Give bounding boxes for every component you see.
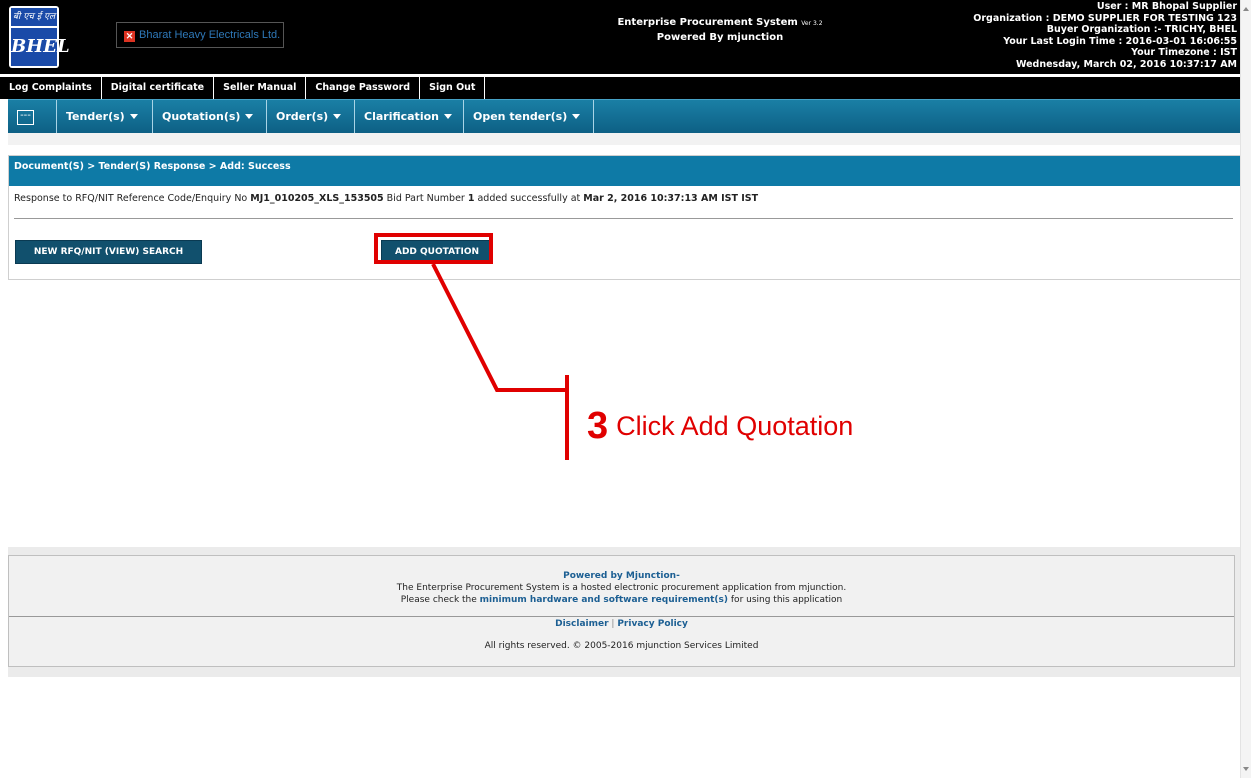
broken-image-alt: Bharat Heavy Electricals Ltd. [139, 29, 281, 41]
chevron-down-icon [245, 114, 254, 119]
footer-separator: | [611, 619, 615, 629]
buyer-organization: Buyer Organization :- TRICHY, BHEL [1046, 24, 1237, 35]
link-seller-manual[interactable]: Seller Manual [214, 77, 307, 99]
user-info-block: User : MR Bhopal Supplier Organization :… [973, 1, 1237, 70]
annotation-highlight-box [374, 233, 493, 264]
system-title: Enterprise Procurement System [617, 17, 798, 28]
nav-clarification[interactable]: Clarification [354, 100, 468, 134]
nav-open-tenders-label: Open tender(s) [473, 110, 568, 123]
footer-powered-by: Powered by Mjunction- [563, 571, 680, 581]
enquiry-number: MJ1_010205_XLS_153505 [250, 193, 384, 204]
link-log-complaints[interactable]: Log Complaints [0, 77, 102, 99]
chevron-down-icon [572, 114, 581, 119]
scroll-up-arrow-icon[interactable] [1243, 7, 1249, 11]
chevron-down-icon [129, 114, 138, 119]
header-bar: बी एच ई एल BHEL ✕ Bharat Heavy Electrical… [0, 0, 1241, 74]
chevron-down-icon [333, 114, 342, 119]
footer-links: Disclaimer | Privacy Policy [9, 619, 1234, 629]
broken-image-placeholder: ✕ Bharat Heavy Electricals Ltd. [116, 22, 284, 48]
scroll-down-arrow-icon[interactable] [1243, 767, 1249, 771]
message-prefix: Response to RFQ/NIT Reference Code/Enqui… [14, 193, 251, 204]
nav-open-tenders[interactable]: Open tender(s) [463, 100, 594, 134]
last-login-time: Your Last Login Time : 2016-03-01 16:06:… [1003, 35, 1237, 47]
annotation-step-number: 3 [587, 405, 609, 447]
footer-requirements-line: Please check the minimum hardware and so… [9, 595, 1234, 605]
nav-orders[interactable]: Order(s) [266, 100, 358, 134]
success-message: Response to RFQ/NIT Reference Code/Enqui… [14, 193, 758, 204]
timezone: Your Timezone : IST [1131, 47, 1237, 58]
link-digital-certificate[interactable]: Digital certificate [102, 77, 215, 99]
chevron-down-icon [443, 114, 452, 119]
vertical-scrollbar[interactable] [1240, 0, 1251, 778]
disclaimer-link[interactable]: Disclaimer [555, 619, 608, 629]
nav-tenders[interactable]: Tender(s) [56, 100, 152, 134]
success-timestamp: Mar 2, 2016 10:37:13 AM IST IST [583, 193, 759, 204]
footer: Powered by Mjunction- The Enterprise Pro… [8, 555, 1235, 667]
message-mid: Bid Part Number [383, 193, 468, 204]
footer-description: The Enterprise Procurement System is a h… [396, 583, 847, 593]
bhel-logo: बी एच ई एल BHEL [9, 6, 70, 68]
powered-by-label: Powered By mjunction [656, 32, 784, 43]
organization: Organization : DEMO SUPPLIER FOR TESTING… [973, 12, 1237, 24]
link-change-password[interactable]: Change Password [306, 77, 421, 99]
message-suffix: added successfully at [474, 193, 584, 204]
top-links-bar: Log Complaints Digital certificate Selle… [0, 77, 1241, 99]
current-datetime: Wednesday, March 02, 2016 10:37:17 AM [1015, 58, 1237, 70]
new-rfq-search-button[interactable]: NEW RFQ/NIT (VIEW) SEARCH [15, 240, 202, 264]
nav-quotations[interactable]: Quotation(s) [152, 100, 269, 134]
breadcrumb: Document(S) > Tender(S) Response > Add: … [9, 156, 1240, 186]
link-sign-out[interactable]: Sign Out [420, 77, 486, 99]
logo-hindi-text: बी एच ई एल [11, 8, 57, 26]
nav-quotations-label: Quotation(s) [162, 110, 241, 123]
broken-image-icon: ✕ [124, 31, 135, 42]
footer-divider [9, 616, 1234, 617]
logo-text: BHEL [11, 28, 70, 66]
collapse-menu-button[interactable]: --- [17, 110, 34, 125]
divider [14, 218, 1233, 219]
footer-req-suffix: for using this application [728, 595, 843, 605]
copyright: All rights reserved. © 2005-2016 mjuncti… [484, 641, 759, 651]
main-nav: --- Tender(s) Quotation(s) Order(s) Clar… [8, 99, 1241, 134]
nav-orders-label: Order(s) [276, 110, 329, 123]
page: बी एच ई एल BHEL ✕ Bharat Heavy Electrical… [0, 0, 1241, 778]
privacy-policy-link[interactable]: Privacy Policy [617, 619, 688, 629]
annotation-label: Click Add Quotation [616, 411, 854, 441]
requirements-link[interactable]: minimum hardware and software requiremen… [480, 595, 728, 605]
content-panel: Document(S) > Tender(S) Response > Add: … [8, 155, 1241, 280]
system-title-block: Enterprise Procurement System Ver 3.2 Po… [590, 16, 850, 45]
nav-tenders-label: Tender(s) [66, 110, 125, 123]
nav-spacer [8, 133, 1241, 145]
nav-clarification-label: Clarification [364, 110, 439, 123]
annotation-text: 3 Click Add Quotation [587, 405, 853, 448]
footer-req-prefix: Please check the [400, 595, 480, 605]
version-label: Ver 3.2 [801, 20, 823, 27]
user-name: User : MR Bhopal Supplier [1096, 1, 1237, 12]
